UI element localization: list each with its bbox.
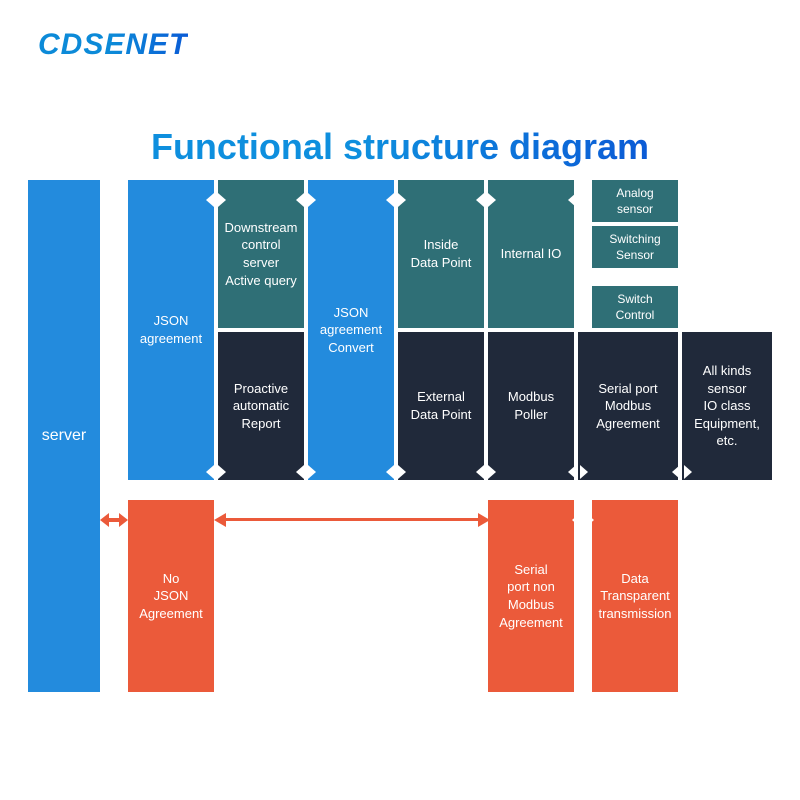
box-no-json: NoJSONAgreement [128,500,214,692]
structure-diagram: server JSONagreement Downstreamcontrolse… [28,180,772,740]
box-serial-non-modbus: Serialport nonModbusAgreement [488,500,574,692]
diagram-title: Functional structure diagram [0,126,800,168]
box-switch-control: SwitchControl [592,286,678,328]
box-data-transparent: DataTransparenttransmission [592,500,678,692]
box-serial-modbus: Serial portModbusAgreement [578,332,678,480]
arrow-icon [100,510,128,530]
box-downstream: DownstreamcontrolserverActive query [218,180,304,328]
box-external-dp: ExternalData Point [398,332,484,480]
box-internal-io: Internal IO [488,180,574,328]
arrow-head-icon [214,513,226,527]
box-all-kinds: All kindssensorIO classEquipment,etc. [682,332,772,480]
brand-logo: CDSENET [38,28,188,62]
box-modbus-poller: ModbusPoller [488,332,574,480]
arrow-line [224,518,478,521]
arrow-icon [572,510,594,530]
arrow-head-icon [478,513,490,527]
arrow-icon [100,190,128,210]
box-proactive: ProactiveautomaticReport [218,332,304,480]
box-inside-dp: InsideData Point [398,180,484,328]
arrow-icon [572,298,592,318]
box-json-convert: JSONagreementConvert [308,180,394,480]
box-json-agreement: JSONagreement [128,180,214,480]
box-server: server [28,180,100,692]
box-analog-sensor: Analogsensor [592,180,678,222]
box-switching-sensor: SwitchingSensor [592,226,678,268]
